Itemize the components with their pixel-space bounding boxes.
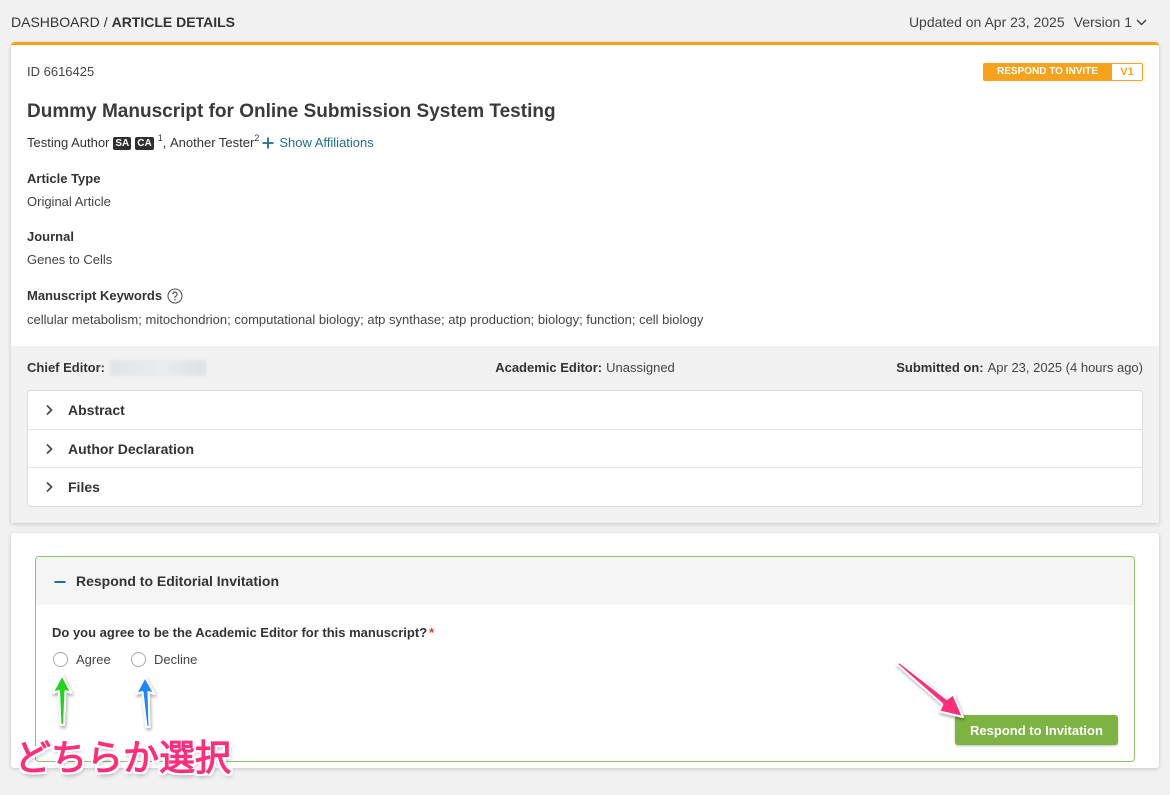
chevron-right-icon — [46, 482, 53, 493]
academic-editor-value: Unassigned — [606, 360, 675, 375]
chief-editor-label: Chief Editor: — [27, 360, 105, 375]
keywords-label: Manuscript Keywords — [27, 288, 163, 303]
article-type-label: Article Type — [27, 171, 101, 186]
accordion-label: Files — [68, 479, 100, 496]
radio-label[interactable]: Agree — [76, 652, 111, 667]
article-type-value: Original Article — [27, 194, 111, 209]
invitation-title: Respond to Editorial Invitation — [76, 573, 279, 589]
author-name: Another Tester — [170, 135, 255, 150]
academic-editor-label: Academic Editor: — [495, 360, 603, 375]
accordion-item-author-declaration[interactable]: Author Declaration — [28, 430, 1142, 469]
question-text: Do you agree to be the Academic Editor f… — [52, 625, 428, 640]
chief-editor: Chief Editor: — [27, 359, 495, 377]
author-name: Testing Author — [27, 135, 110, 150]
show-affiliations-link[interactable]: Show Affiliations — [262, 133, 374, 153]
updated-date: Updated on Apr 23, 2025 — [908, 14, 1065, 30]
breadcrumb-separator: / — [103, 14, 108, 30]
chevron-right-icon — [46, 443, 53, 454]
submitted-on-label: Submitted on: — [896, 360, 984, 375]
respond-to-invitation-button[interactable]: Respond to Invitation — [955, 715, 1118, 745]
keywords-heading: Manuscript Keywords — [27, 287, 183, 305]
accordion-label: Abstract — [68, 402, 125, 418]
accordion-item-files[interactable]: Files — [28, 468, 1142, 506]
invitation-question: Do you agree to be the Academic Editor f… — [52, 624, 434, 642]
submitted-on-value: Apr 23, 2025 (4 hours ago) — [987, 360, 1143, 375]
annotation-text: どちらか選択 — [15, 738, 232, 779]
author-list: Testing Author SA CA 1 , Another Tester … — [27, 133, 374, 153]
accordion-item-abstract[interactable]: Abstract — [28, 391, 1142, 430]
version-dropdown[interactable]: Version 1 — [1074, 13, 1147, 31]
details-accordion: Abstract Author Declaration Files — [27, 390, 1143, 507]
breadcrumb: DASHBOARD / ARTICLE DETAILS — [11, 13, 235, 31]
top-bar: DASHBOARD / ARTICLE DETAILS Updated on Apr… — [0, 0, 1170, 42]
radio-agree[interactable]: Agree — [53, 650, 111, 668]
role-badge-sa: SA — [113, 136, 132, 150]
chevron-down-icon — [1136, 18, 1147, 26]
version-badge: V1 — [1112, 63, 1143, 81]
article-details-card: ID 6616425 RESPOND TO INVITE V1 Dummy Ma… — [11, 42, 1159, 523]
help-circle-icon[interactable] — [167, 288, 183, 304]
accordion-label: Author Declaration — [68, 440, 195, 457]
radio-label[interactable]: Decline — [154, 652, 197, 667]
chevron-right-icon — [46, 404, 53, 416]
plus-icon — [262, 137, 274, 149]
author-separator: , — [162, 135, 170, 150]
minus-icon — [54, 581, 66, 583]
page-title: Dummy Manuscript for Online Submission S… — [27, 101, 556, 122]
radio-decline[interactable]: Decline — [131, 650, 197, 668]
journal-value: Genes to Cells — [27, 252, 113, 267]
invitation-panel: Respond to Editorial Invitation Do you a… — [35, 556, 1135, 762]
radio-button[interactable] — [131, 651, 146, 667]
academic-editor: Academic Editor: Unassigned — [495, 359, 675, 377]
status-badge-group: RESPOND TO INVITE V1 — [983, 63, 1143, 81]
editor-section: Chief Editor: Academic Editor: Unassigne… — [11, 346, 1159, 523]
version-label: Version 1 — [1073, 14, 1132, 30]
affiliation-marker: 2 — [254, 133, 260, 143]
breadcrumb-dashboard-link[interactable]: DASHBOARD — [11, 14, 100, 30]
invitation-card: Respond to Editorial Invitation Do you a… — [11, 533, 1159, 768]
keywords-value: cellular metabolism; mitochondrion; comp… — [27, 312, 704, 327]
journal-label: Journal — [27, 229, 74, 244]
article-id: ID 6616425 — [27, 64, 95, 79]
editor-row: Chief Editor: Academic Editor: Unassigne… — [27, 359, 1143, 377]
radio-button[interactable] — [53, 651, 68, 667]
status-badge: RESPOND TO INVITE — [983, 63, 1112, 81]
show-affiliations-label: Show Affiliations — [279, 135, 374, 150]
invitation-panel-header[interactable]: Respond to Editorial Invitation — [36, 557, 1134, 605]
role-badge-ca: CA — [135, 136, 154, 150]
submitted-on: Submitted on: Apr 23, 2025 (4 hours ago) — [896, 359, 1143, 377]
article-meta: Updated on Apr 23, 2025 Version 1 — [909, 13, 1147, 31]
chief-editor-name-redacted — [110, 360, 206, 376]
required-marker: * — [429, 625, 435, 640]
breadcrumb-current: ARTICLE DETAILS — [111, 14, 235, 30]
